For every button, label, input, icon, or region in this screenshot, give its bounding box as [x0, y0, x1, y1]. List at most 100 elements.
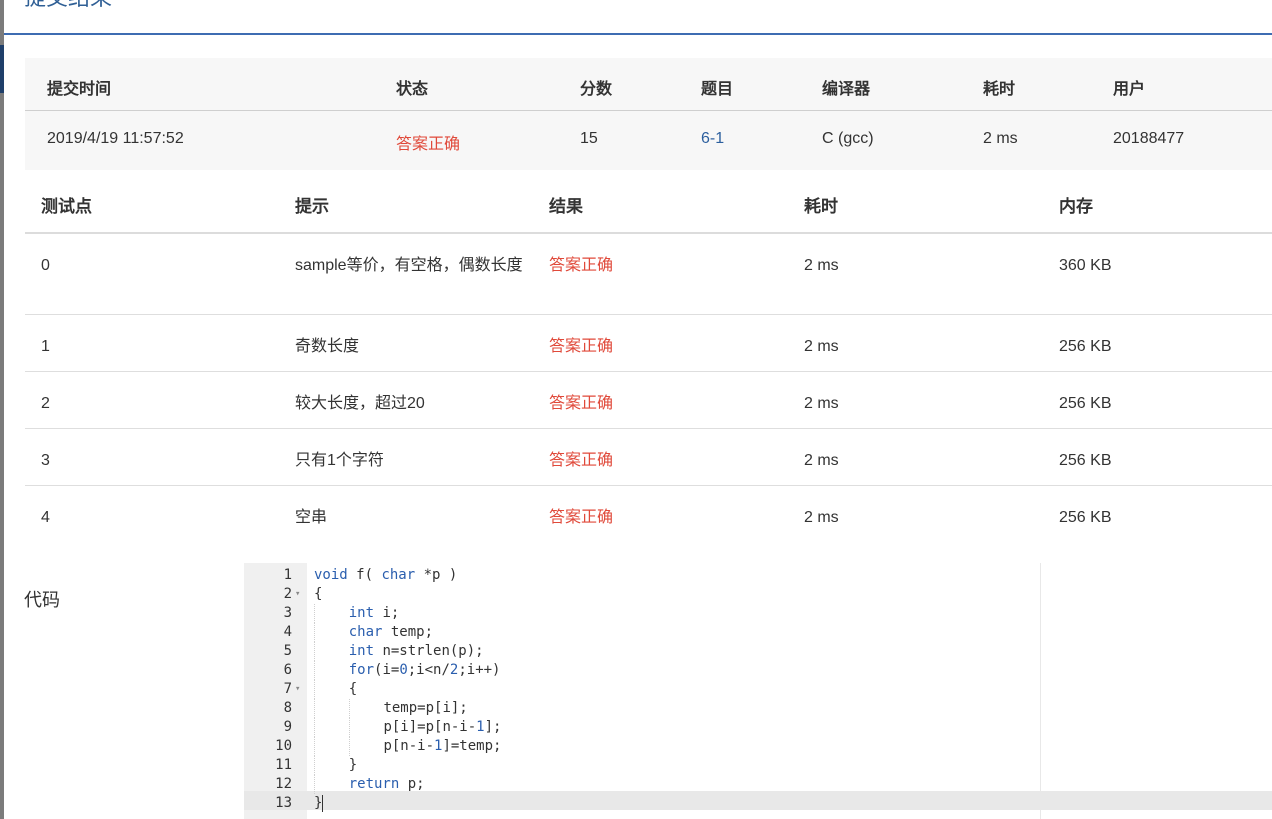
test-hint: 奇数长度: [295, 338, 360, 355]
line-number: 8: [283, 700, 292, 716]
test-result: 答案正确: [549, 395, 614, 412]
test-result: 答案正确: [549, 452, 614, 469]
header-status: 状态: [396, 81, 429, 98]
code-line: 3 int i;: [244, 604, 1272, 623]
code-text: char temp;: [314, 623, 433, 642]
header-time: 耗时: [983, 81, 1016, 98]
table-row: 0 sample等价，有空格，偶数长度 答案正确 2 ms 360 KB: [25, 234, 1272, 315]
header-compiler: 编译器: [822, 81, 871, 98]
test-time: 2 ms: [804, 452, 839, 469]
line-number: 9: [283, 719, 292, 735]
test-hint: 空串: [295, 509, 328, 526]
code-line: 5 int n=strlen(p);: [244, 642, 1272, 661]
fold-toggle-icon[interactable]: ▾: [295, 585, 300, 604]
code-line: 7 ▾ {: [244, 680, 1272, 699]
header-user: 用户: [1113, 81, 1146, 98]
line-number: 12: [275, 776, 292, 792]
line-number: 7: [283, 681, 292, 697]
line-number: 1: [283, 567, 292, 583]
test-id: 3: [41, 452, 50, 469]
fold-toggle-icon[interactable]: ▾: [295, 680, 300, 699]
code-editor[interactable]: 1 void f( char *p ) 2 ▾{3 int i; 4 char temp…: [244, 563, 1272, 819]
test-hint: 较大长度，超过20: [295, 395, 425, 412]
line-number: 13: [275, 795, 292, 811]
status-badge: 答案正确: [396, 136, 461, 153]
line-number: 2: [283, 586, 292, 602]
line-number: 10: [275, 738, 292, 754]
test-id: 1: [41, 338, 50, 355]
test-hint: sample等价，有空格，偶数长度: [295, 257, 523, 274]
header-problem: 题目: [701, 81, 734, 98]
summary-header: 提交时间 状态 分数 题目 编译器 耗时 用户: [25, 58, 1272, 111]
table-row: 4 空串 答案正确 2 ms 256 KB: [25, 486, 1272, 542]
code-text: return p;: [314, 775, 425, 794]
test-memory: 256 KB: [1059, 452, 1112, 469]
test-memory: 256 KB: [1059, 509, 1112, 526]
test-time: 2 ms: [804, 395, 839, 412]
line-number: 4: [283, 624, 292, 640]
code-line: 8 temp=p[i];: [244, 699, 1272, 718]
line-number: 11: [275, 757, 292, 773]
code-text: p[n-i-1]=temp;: [314, 737, 501, 756]
line-number: 3: [283, 605, 292, 621]
code-text: {: [314, 586, 323, 602]
code-text: void f( char *p ): [314, 567, 458, 583]
test-id: 4: [41, 509, 50, 526]
test-memory: 256 KB: [1059, 338, 1112, 355]
header-submit-time: 提交时间: [47, 81, 112, 98]
code-text: }: [314, 794, 324, 812]
code-text: {: [314, 680, 357, 699]
line-number: 6: [283, 662, 292, 678]
header-memory: 内存: [1059, 197, 1093, 216]
compiler: C (gcc): [822, 130, 874, 147]
title-divider: [4, 33, 1272, 35]
test-results-table: 测试点 提示 结果 耗时 内存 0 sample等价，有空格，偶数长度 答案正确…: [25, 170, 1272, 542]
left-border-marker: [0, 45, 4, 93]
test-time: 2 ms: [804, 257, 839, 274]
code-text: for(i=0;i<n/2;i++): [314, 661, 501, 680]
submit-time: 2019/4/19 11:57:52: [47, 130, 184, 147]
test-result: 答案正确: [549, 257, 614, 274]
score: 15: [580, 130, 598, 147]
submission-summary: 提交时间 状态 分数 题目 编译器 耗时 用户 2019/4/19 11:57:…: [25, 58, 1272, 170]
header-result: 结果: [549, 197, 583, 216]
test-time: 2 ms: [804, 338, 839, 355]
code-line: 4 char temp;: [244, 623, 1272, 642]
line-number: 5: [283, 643, 292, 659]
header-elapsed: 耗时: [804, 197, 838, 216]
user-id: 20188477: [1113, 130, 1185, 147]
problem-link[interactable]: 6-1: [701, 130, 724, 148]
test-memory: 256 KB: [1059, 395, 1112, 412]
code-line: 13}: [244, 794, 1272, 813]
test-id: 0: [41, 257, 50, 274]
header-hint: 提示: [295, 197, 329, 216]
table-row: 3 只有1个字符 答案正确 2 ms 256 KB: [25, 429, 1272, 486]
code-line: 11 }: [244, 756, 1272, 775]
page-title: 提交结果: [24, 0, 112, 10]
code-text: }: [314, 756, 357, 775]
code-text: temp=p[i];: [314, 699, 468, 718]
left-border: [0, 0, 4, 819]
test-results-header: 测试点 提示 结果 耗时 内存: [25, 170, 1272, 234]
code-line: 1 void f( char *p ): [244, 566, 1272, 585]
code-line: 2 ▾ {: [244, 585, 1272, 604]
code-text: p[i]=p[n-i-1];: [314, 718, 501, 737]
code-label: 代码: [24, 590, 60, 610]
test-result: 答案正确: [549, 338, 614, 355]
test-id: 2: [41, 395, 50, 412]
header-test-point: 测试点: [41, 197, 92, 216]
code-line: 9 p[i]=p[n-i-1];: [244, 718, 1272, 737]
table-row: 1 奇数长度 答案正确 2 ms 256 KB: [25, 315, 1272, 372]
code-line: 10 p[n-i-1]=temp;: [244, 737, 1272, 756]
elapsed-time: 2 ms: [983, 130, 1018, 147]
code-line: 12 return p;: [244, 775, 1272, 794]
test-hint: 只有1个字符: [295, 452, 384, 469]
code-text: int i;: [314, 604, 399, 623]
test-result: 答案正确: [549, 509, 614, 526]
code-line: 6 for(i=0;i<n/2;i++): [244, 661, 1272, 680]
test-time: 2 ms: [804, 509, 839, 526]
code-text: int n=strlen(p);: [314, 642, 484, 661]
header-score: 分数: [580, 81, 613, 98]
test-memory: 360 KB: [1059, 257, 1112, 274]
table-row: 2 较大长度，超过20 答案正确 2 ms 256 KB: [25, 372, 1272, 429]
